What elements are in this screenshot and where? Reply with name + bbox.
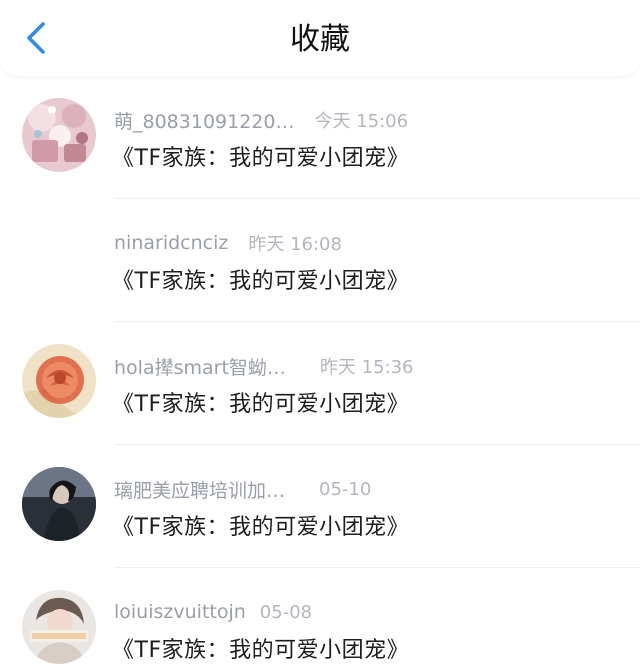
item-meta: loiuiszvuittojn 05-08 — [114, 598, 312, 626]
avatar[interactable] — [22, 467, 96, 541]
list-item[interactable]: loiuiszvuittojn 05-08 《TF家族：我的可爱小团宠》 — [0, 568, 640, 667]
avatar[interactable] — [22, 344, 96, 418]
timestamp: 昨天 15:36 — [319, 357, 414, 378]
avatar[interactable] — [22, 590, 96, 664]
user-name[interactable]: 璃肥美应聘培训加… — [114, 476, 285, 503]
item-meta: 璃肥美应聘培训加… 05-10 — [114, 475, 371, 503]
list-item[interactable]: 萌_80831091220… 今天 15:06 《TF家族：我的可爱小团宠》 — [0, 76, 640, 199]
timestamp: 05-08 — [259, 601, 313, 623]
timestamp: 05-10 — [319, 478, 372, 500]
pink-floral-avatar-icon — [22, 98, 96, 172]
girl-portrait-avatar-icon — [22, 590, 96, 664]
user-name[interactable]: hola撵smart智蚴… — [114, 353, 286, 380]
item-meta: 萌_80831091220… 今天 15:06 — [114, 106, 408, 134]
book-title[interactable]: 《TF家族：我的可爱小团宠》 — [112, 263, 409, 295]
item-meta: ninaridcnciz 昨天 16:08 — [114, 229, 342, 257]
user-name[interactable]: 萌_80831091220… — [114, 107, 294, 134]
dark-portrait-avatar-icon — [22, 467, 96, 541]
list-item[interactable]: ninaridcnciz 昨天 16:08 《TF家族：我的可爱小团宠》 — [0, 199, 640, 322]
rose-avatar-icon — [22, 344, 96, 418]
book-title[interactable]: 《TF家族：我的可爱小团宠》 — [112, 632, 409, 664]
user-name[interactable]: ninaridcnciz — [114, 232, 228, 254]
top-bar: 收藏 — [0, 0, 640, 76]
book-title[interactable]: 《TF家族：我的可爱小团宠》 — [112, 140, 409, 172]
user-name[interactable]: loiuiszvuittojn — [114, 601, 246, 623]
timestamp: 昨天 16:08 — [248, 234, 342, 255]
list-item[interactable]: 璃肥美应聘培训加… 05-10 《TF家族：我的可爱小团宠》 — [0, 445, 640, 568]
favorites-list: 萌_80831091220… 今天 15:06 《TF家族：我的可爱小团宠》 n… — [0, 76, 640, 667]
list-item[interactable]: hola撵smart智蚴… 昨天 15:36 《TF家族：我的可爱小团宠》 — [0, 322, 640, 445]
favorites-screen: 收藏 萌_80831091220… 今天 15:06 《TF家族：我的可爱小团宠… — [0, 0, 640, 667]
page-title: 收藏 — [290, 22, 350, 57]
item-meta: hola撵smart智蚴… 昨天 15:36 — [114, 352, 414, 380]
book-title[interactable]: 《TF家族：我的可爱小团宠》 — [112, 386, 409, 418]
avatar[interactable] — [22, 98, 96, 172]
timestamp: 今天 15:06 — [314, 111, 409, 132]
book-title[interactable]: 《TF家族：我的可爱小团宠》 — [112, 509, 409, 541]
